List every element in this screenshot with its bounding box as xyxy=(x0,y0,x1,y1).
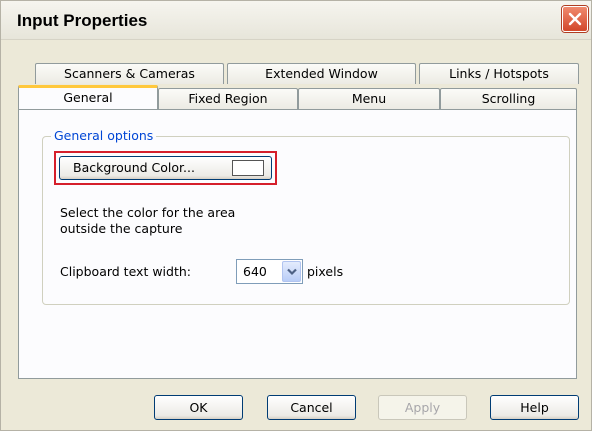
clipboard-width-label: Clipboard text width: xyxy=(60,264,191,279)
cancel-button[interactable]: Cancel xyxy=(267,395,356,420)
pixels-unit-label: pixels xyxy=(307,264,344,279)
title-bar: Input Properties xyxy=(1,1,591,40)
tab-scanners-cameras[interactable]: Scanners & Cameras xyxy=(35,63,224,84)
background-color-button-label: Background Color... xyxy=(73,160,195,175)
chevron-down-icon xyxy=(287,268,297,276)
help-button[interactable]: Help xyxy=(490,395,579,420)
color-swatch xyxy=(232,160,264,176)
tab-fixed-region[interactable]: Fixed Region xyxy=(158,88,298,109)
dropdown-arrow-button[interactable] xyxy=(282,261,301,282)
input-properties-dialog: Input Properties Scanners & Cameras Exte… xyxy=(0,0,592,431)
highlight-box: Background Color... xyxy=(54,151,277,185)
tab-menu[interactable]: Menu xyxy=(298,88,440,109)
tab-extended-window[interactable]: Extended Window xyxy=(227,63,416,84)
clipboard-width-value: 640 xyxy=(243,264,267,279)
tab-general[interactable]: General xyxy=(18,85,158,109)
clipboard-width-dropdown[interactable]: 640 xyxy=(236,259,303,284)
ok-button[interactable]: OK xyxy=(154,395,243,420)
tab-links-hotspots[interactable]: Links / Hotspots xyxy=(419,63,579,84)
group-label: General options xyxy=(51,128,157,143)
tab-scrolling[interactable]: Scrolling xyxy=(440,88,577,109)
general-options-group: General options Background Color... Sele… xyxy=(42,128,570,305)
close-x-icon xyxy=(568,12,582,26)
general-tab-panel: General options Background Color... Sele… xyxy=(18,109,577,379)
dialog-title: Input Properties xyxy=(17,11,148,30)
close-button[interactable] xyxy=(562,6,588,32)
background-color-button[interactable]: Background Color... xyxy=(59,156,272,180)
background-color-description: Select the color for the area outside th… xyxy=(60,205,236,236)
apply-button[interactable]: Apply xyxy=(378,395,467,420)
